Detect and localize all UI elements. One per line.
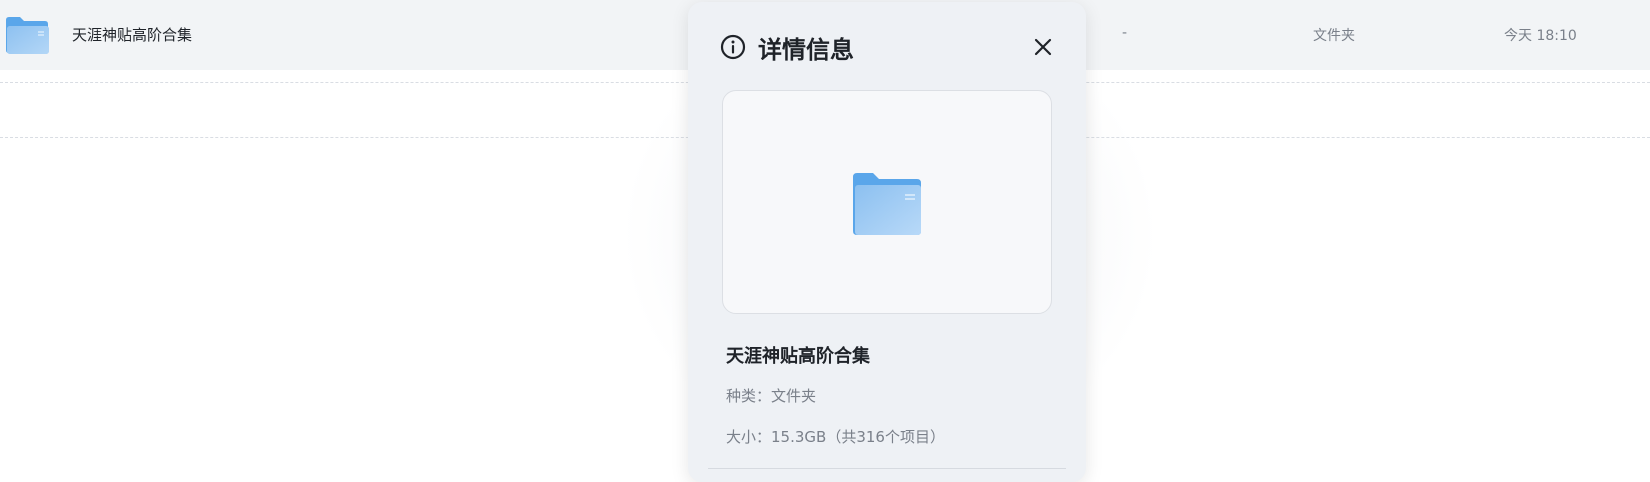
close-icon[interactable] [1028,38,1058,66]
folder-icon [851,171,923,237]
detail-size: 大小：15.3GB（共316个项目） [726,428,945,446]
details-panel: 详情信息 天涯神贴高阶合集 种类：文件夹 大小：15.3GB（共316个项目） [688,2,1086,482]
info-icon [720,34,746,60]
folder-icon [4,14,50,56]
panel-title: 详情信息 [758,35,854,64]
detail-file-name: 天涯神贴高阶合集 [726,346,870,367]
panel-header: 详情信息 [720,30,854,64]
close-button[interactable] [1028,32,1058,62]
file-preview [722,90,1052,314]
file-modified-time: 今天 18:10 [1504,28,1577,44]
file-name[interactable]: 天涯神贴高阶合集 [72,24,192,45]
file-size: - [1122,25,1128,41]
file-type: 文件夹 [1313,28,1355,44]
detail-kind: 种类：文件夹 [726,387,817,405]
